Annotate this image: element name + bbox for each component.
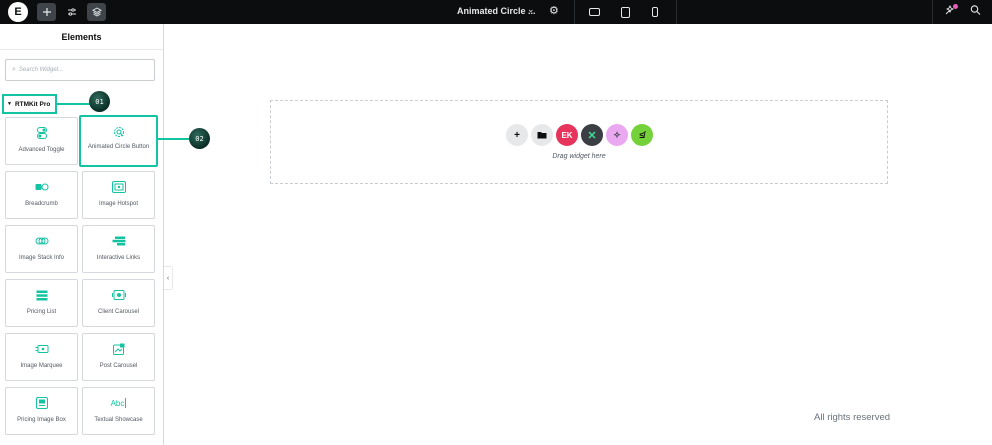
image-marquee-icon [6, 343, 77, 355]
image-stack-icon [6, 235, 77, 247]
image-hotspot-icon [83, 181, 154, 193]
category-label: RTMKit Pro [14, 100, 51, 108]
callout-line [57, 103, 90, 105]
x-logo-icon: ✕ [587, 129, 597, 142]
textual-showcase-icon: Abc [83, 397, 154, 409]
search-icon[interactable] [970, 4, 981, 19]
widget-label: Textual Showcase [94, 417, 143, 423]
add-section-button[interactable]: + [506, 124, 528, 146]
widget-pricing-image-box[interactable]: Pricing Image Box [5, 387, 78, 435]
add-template-button[interactable] [531, 124, 553, 146]
chevron-left-icon: ‹ [166, 274, 170, 282]
widget-pricing-list[interactable]: Pricing List [5, 279, 78, 327]
widget-label: Client Carousel [97, 309, 140, 315]
caret-down-icon: ▼ [7, 101, 12, 107]
widget-interactive-links[interactable]: Interactive Links [82, 225, 155, 273]
chevron-down-icon[interactable]: ⌄ [527, 4, 535, 15]
plus-icon: + [514, 129, 520, 141]
elementskit-icon: EK [561, 130, 573, 140]
widget-client-carousel[interactable]: Client Carousel [82, 279, 155, 327]
category-rtmkit-pro[interactable]: ▼ RTMKit Pro [2, 94, 57, 114]
widget-label: Advanced Toggle [18, 147, 65, 153]
sliders-icon [67, 8, 76, 16]
pricing-list-icon [6, 289, 77, 301]
sparkle-icon: ✧ [613, 129, 621, 140]
gear-icon[interactable]: ⚙ [549, 4, 559, 17]
top-bar: E Animated Circle ... ⌄ ⚙ [0, 0, 992, 24]
folder-icon [537, 132, 547, 139]
footer-text: All rights reserved [814, 412, 891, 423]
widget-animated-circle-button[interactable]: Animated Circle Button [79, 115, 158, 167]
circle-button-icon [81, 126, 156, 138]
search-input[interactable]: ⌕ Search Widget... [5, 59, 155, 81]
rtmkit-button[interactable]: ≰ [631, 124, 653, 146]
plugin-x-button[interactable]: ✕ [581, 124, 603, 146]
widget-label: Breadcrumb [25, 201, 58, 207]
tablet-view-button[interactable] [617, 4, 633, 20]
post-carousel-icon [83, 343, 154, 355]
widget-label: Interactive Links [96, 255, 141, 261]
breadcrumb-icon [6, 181, 77, 193]
mobile-view-button[interactable] [647, 4, 663, 20]
panel-title: Elements [0, 24, 163, 50]
widget-label: Image Stack Info [18, 255, 65, 261]
widget-label: Image Hotspot [98, 201, 139, 207]
elements-panel: Elements ⌕ Search Widget... ▼ RTMKit Pro… [0, 24, 210, 445]
widget-label: Image Marquee [20, 363, 63, 369]
widget-post-carousel[interactable]: Post Carousel [82, 333, 155, 381]
elementor-logo[interactable]: E [8, 2, 28, 22]
toolbar-divider [932, 0, 933, 24]
callout-badge: 02 [189, 128, 210, 149]
add-element-button[interactable] [37, 3, 56, 21]
widget-label: Pricing List [26, 309, 57, 315]
search-icon: ⌕ [12, 66, 16, 73]
empty-section-drop-zone[interactable]: + EK ✕ ✧ ≰ Drag widget here [270, 100, 888, 184]
notification-dot [953, 4, 958, 9]
search-placeholder: Search Widget... [18, 67, 64, 73]
widget-label: Animated Circle Button [87, 144, 150, 150]
widget-textual-showcase[interactable]: Abc Textual Showcase [82, 387, 155, 435]
callout-line [157, 138, 190, 140]
elementskit-button[interactable]: EK [556, 124, 578, 146]
toggle-icon [6, 127, 77, 139]
tablet-icon [620, 6, 630, 18]
desktop-icon [588, 8, 600, 16]
pricing-image-box-icon [6, 397, 77, 409]
ai-button[interactable]: ✧ [606, 124, 628, 146]
client-carousel-icon [83, 289, 154, 301]
callout-badge: 01 [89, 91, 110, 112]
widget-image-marquee[interactable]: Image Marquee [5, 333, 78, 381]
plus-icon [42, 8, 51, 16]
collapse-panel-button[interactable]: ‹ [164, 266, 173, 290]
links-icon [83, 235, 154, 247]
widget-label: Pricing Image Box [17, 417, 66, 423]
document-title[interactable]: Animated Circle ... [457, 6, 536, 16]
rtmkit-icon: ≰ [639, 130, 645, 140]
toolbar-divider [574, 0, 575, 24]
layers-icon [91, 7, 102, 17]
widget-label: Post Carousel [99, 363, 138, 369]
toolbar-divider [676, 0, 677, 24]
widget-image-stack-info[interactable]: Image Stack Info [5, 225, 78, 273]
desktop-view-button[interactable] [586, 4, 602, 20]
widget-advanced-toggle[interactable]: Advanced Toggle [5, 117, 78, 165]
site-settings-button[interactable] [62, 3, 81, 21]
textual-icon-glyph: Abc [110, 398, 125, 408]
widget-breadcrumb[interactable]: Breadcrumb [5, 171, 78, 219]
mobile-icon [652, 7, 658, 17]
structure-button[interactable] [87, 3, 106, 21]
widget-image-hotspot[interactable]: Image Hotspot [82, 171, 155, 219]
drop-zone-text: Drag widget here [552, 153, 606, 160]
